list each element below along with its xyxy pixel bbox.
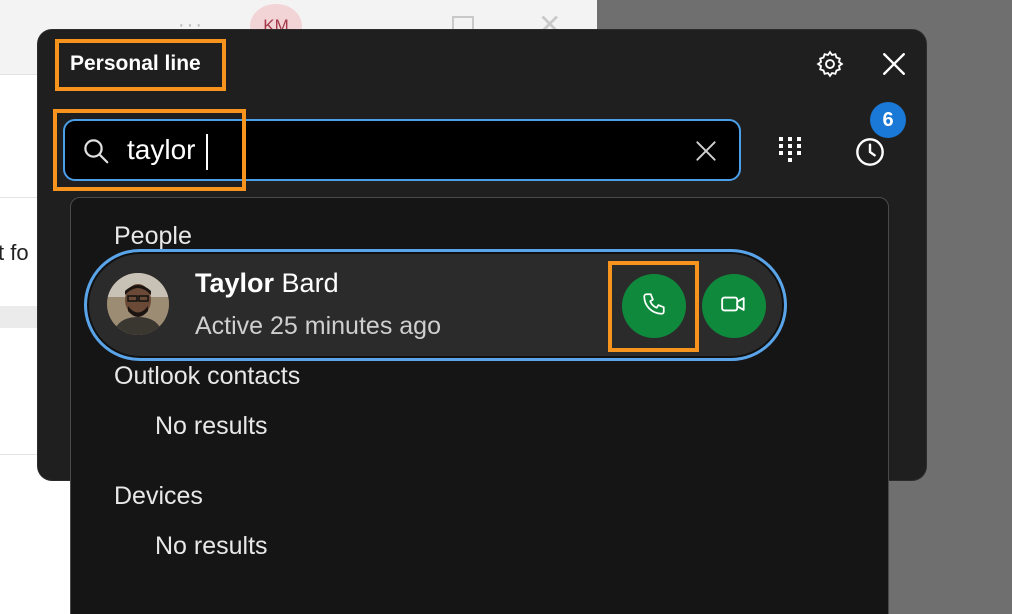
highlight-box xyxy=(55,39,226,91)
person-first-name: Taylor xyxy=(195,268,275,298)
clock-icon[interactable] xyxy=(850,132,890,172)
person-status: Active 25 minutes ago xyxy=(195,312,441,340)
devices-header: Devices xyxy=(114,482,203,510)
person-last-name: Bard xyxy=(281,268,339,298)
gear-icon[interactable] xyxy=(810,44,850,84)
video-icon xyxy=(720,291,748,322)
person-name: Taylor Bard xyxy=(195,268,339,299)
people-section-header: People xyxy=(114,222,192,250)
outlook-contacts-header: Outlook contacts xyxy=(114,362,301,390)
devices-no-results: No results xyxy=(155,532,268,560)
highlight-box xyxy=(53,109,246,191)
highlight-box xyxy=(608,261,699,352)
clear-icon[interactable] xyxy=(693,138,719,169)
outlook-no-results: No results xyxy=(155,412,268,440)
avatar xyxy=(107,273,169,335)
close-icon[interactable] xyxy=(874,44,914,84)
history-count-badge: 6 xyxy=(870,102,906,138)
dialpad-icon[interactable] xyxy=(772,132,808,168)
background-text: t fo xyxy=(0,240,29,265)
video-call-button[interactable] xyxy=(702,274,766,338)
